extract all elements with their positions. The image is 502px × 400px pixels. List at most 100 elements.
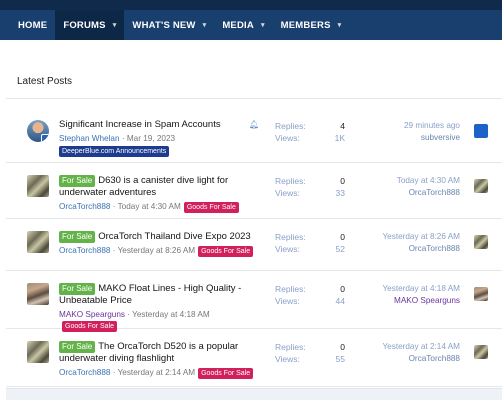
footer-bar xyxy=(6,388,502,400)
thread-stats: Replies: 0 Views: 52 xyxy=(275,231,345,255)
staff-badge-icon xyxy=(41,134,49,142)
thread-stats: Replies: 0 Views: 33 xyxy=(275,175,345,199)
views-count: 1K xyxy=(334,133,345,143)
list-item: For Sale The OrcaTorch D520 is a popular … xyxy=(6,329,502,387)
avatar[interactable] xyxy=(27,120,49,142)
thread-meta: OrcaTorch888 · Yesterday at 2:14 AM Goods… xyxy=(59,367,259,379)
thread-title[interactable]: For Sale MAKO Float Lines - High Quality … xyxy=(59,283,259,307)
views-count: 33 xyxy=(335,188,345,198)
last-poster-avatar[interactable] xyxy=(474,345,488,359)
bell-icon: 🔔︎ xyxy=(249,120,260,129)
last-post-user[interactable]: OrcaTorch888 xyxy=(382,243,460,255)
replies-label: Replies: xyxy=(275,121,306,131)
views-count: 52 xyxy=(335,244,345,254)
replies-count: 4 xyxy=(340,121,345,131)
forum-label[interactable]: Goods For Sale xyxy=(198,368,254,379)
views-count: 55 xyxy=(335,354,345,364)
thread-stats: Replies: 4 Views: 1K xyxy=(275,120,345,144)
last-post-user[interactable]: OrcaTorch888 xyxy=(397,187,460,199)
replies-count: 0 xyxy=(340,342,345,352)
last-post-time[interactable]: Today at 4:30 AM xyxy=(397,175,460,187)
nav-whats-new[interactable]: WHAT'S NEW ▾ xyxy=(124,10,214,40)
thread-meta: OrcaTorch888 · Today at 4:30 AM Goods For… xyxy=(59,201,259,213)
last-poster-avatar[interactable] xyxy=(474,235,488,249)
thread-meta: Stephan Whelan · Mar 19, 2023 xyxy=(59,134,176,143)
views-label: Views: xyxy=(275,244,300,254)
chevron-down-icon[interactable]: ▾ xyxy=(338,21,342,29)
prefix-badge[interactable]: For Sale xyxy=(59,231,96,243)
nav-media-label: MEDIA xyxy=(222,19,254,31)
main-nav: HOME FORUMS ▾ WHAT'S NEW ▾ MEDIA ▾ MEMBE… xyxy=(0,10,502,40)
last-post-info: Today at 4:30 AM OrcaTorch888 xyxy=(397,175,460,199)
prefix-badge[interactable]: For Sale xyxy=(59,341,96,353)
top-strip xyxy=(0,0,502,10)
prefix-badge[interactable]: For Sale xyxy=(59,283,96,295)
thread-title[interactable]: For Sale OrcaTorch Thailand Dive Expo 202… xyxy=(59,231,259,243)
last-post-time[interactable]: 29 minutes ago xyxy=(404,120,460,132)
thread-date[interactable]: Yesterday at 8:26 AM xyxy=(118,246,196,255)
last-post-info: 29 minutes ago subversive xyxy=(404,120,460,144)
last-poster-avatar[interactable] xyxy=(474,287,488,301)
nav-forums-label: FORUMS xyxy=(63,19,106,31)
replies-count: 0 xyxy=(340,176,345,186)
forum-label[interactable]: Goods For Sale xyxy=(183,202,239,213)
thread-stats: Replies: 0 Views: 44 xyxy=(275,283,345,307)
nav-members[interactable]: MEMBERS ▾ xyxy=(273,10,350,40)
nav-forums[interactable]: FORUMS ▾ xyxy=(55,10,125,40)
replies-label: Replies: xyxy=(275,176,306,186)
views-label: Views: xyxy=(275,188,300,198)
latest-posts-list: Significant Increase in Spam Accounts St… xyxy=(6,98,502,387)
thread-meta: OrcaTorch888 · Yesterday at 8:26 AM Goods… xyxy=(59,245,259,257)
prefix-badge[interactable]: For Sale xyxy=(59,175,96,187)
thread-title[interactable]: Significant Increase in Spam Accounts xyxy=(59,119,259,131)
thread-title[interactable]: For Sale The OrcaTorch D520 is a popular … xyxy=(59,341,259,365)
author-link[interactable]: OrcaTorch888 xyxy=(59,246,110,255)
list-item: For Sale D630 is a canister dive light fo… xyxy=(6,163,502,219)
thread-title[interactable]: For Sale D630 is a canister dive light fo… xyxy=(59,175,259,199)
views-label: Views: xyxy=(275,354,300,364)
section-title: Latest Posts xyxy=(17,76,73,87)
replies-label: Replies: xyxy=(275,284,306,294)
thread-date[interactable]: Mar 19, 2023 xyxy=(127,134,175,143)
views-label: Views: xyxy=(275,296,300,306)
thread-date[interactable]: Yesterday at 4:18 AM xyxy=(132,310,210,319)
chevron-down-icon[interactable]: ▾ xyxy=(261,21,265,29)
thread-date[interactable]: Today at 4:30 AM xyxy=(118,202,181,211)
list-item: For Sale OrcaTorch Thailand Dive Expo 202… xyxy=(6,219,502,271)
author-link[interactable]: MAKO Spearguns xyxy=(59,310,125,319)
nav-home[interactable]: HOME xyxy=(10,10,55,40)
last-post-time[interactable]: Yesterday at 2:14 AM xyxy=(382,341,460,353)
last-poster-avatar[interactable] xyxy=(474,179,488,193)
last-post-user[interactable]: subversive xyxy=(404,132,460,144)
last-post-time[interactable]: Yesterday at 8:26 AM xyxy=(382,231,460,243)
chevron-down-icon[interactable]: ▾ xyxy=(113,21,117,29)
last-post-info: Yesterday at 2:14 AM OrcaTorch888 xyxy=(382,341,460,365)
last-post-user[interactable]: MAKO Spearguns xyxy=(382,295,460,307)
nav-home-label: HOME xyxy=(18,19,48,31)
last-post-info: Yesterday at 8:26 AM OrcaTorch888 xyxy=(382,231,460,255)
nav-media[interactable]: MEDIA ▾ xyxy=(214,10,272,40)
chevron-down-icon[interactable]: ▾ xyxy=(203,21,207,29)
forum-label[interactable]: Goods For Sale xyxy=(198,246,254,257)
avatar[interactable] xyxy=(27,175,49,197)
forum-label[interactable]: DeeperBlue.com Announcements xyxy=(59,146,170,157)
thread-stats: Replies: 0 Views: 55 xyxy=(275,341,345,365)
author-link[interactable]: OrcaTorch888 xyxy=(59,202,110,211)
nav-members-label: MEMBERS xyxy=(280,19,331,31)
avatar[interactable] xyxy=(27,283,49,305)
list-item: Significant Increase in Spam Accounts St… xyxy=(6,99,502,163)
list-item: For Sale MAKO Float Lines - High Quality … xyxy=(6,271,502,332)
last-post-user[interactable]: OrcaTorch888 xyxy=(382,353,460,365)
avatar[interactable] xyxy=(27,341,49,363)
replies-label: Replies: xyxy=(275,232,306,242)
views-label: Views: xyxy=(275,133,300,143)
nav-whats-new-label: WHAT'S NEW xyxy=(132,19,196,31)
last-post-info: Yesterday at 4:18 AM MAKO Spearguns xyxy=(382,283,460,307)
last-post-time[interactable]: Yesterday at 4:18 AM xyxy=(382,283,460,295)
author-link[interactable]: OrcaTorch888 xyxy=(59,368,110,377)
avatar[interactable] xyxy=(27,231,49,253)
last-poster-avatar[interactable] xyxy=(474,124,488,138)
thread-title-text[interactable]: OrcaTorch Thailand Dive Expo 2023 xyxy=(98,231,250,242)
thread-date[interactable]: Yesterday at 2:14 AM xyxy=(118,368,196,377)
author-link[interactable]: Stephan Whelan xyxy=(59,134,120,143)
